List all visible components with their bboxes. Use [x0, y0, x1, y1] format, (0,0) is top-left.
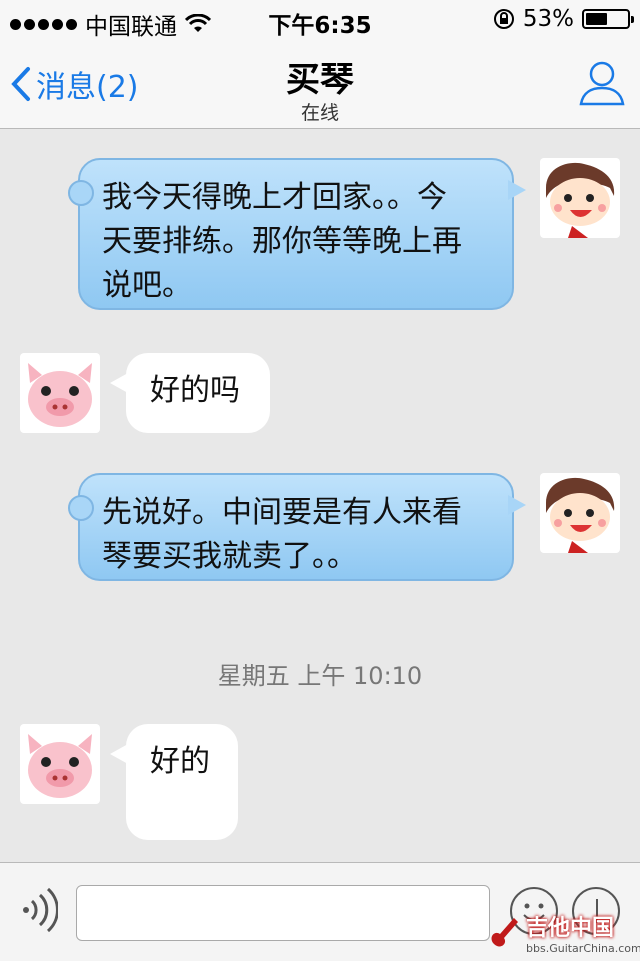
chat-area[interactable]: 我今天得晚上才回家。。今 天要排练。那你等等晚上再 说吧。 好的吗 先说好。中间…: [0, 128, 640, 862]
message-text: 琴要买我就卖了。。: [102, 539, 357, 574]
site-watermark: 吉他中国 bbs.GuitarChina.com: [488, 906, 640, 958]
watermark-title: 吉他中国: [526, 916, 615, 941]
voice-input-button[interactable]: [18, 885, 59, 939]
battery-icon: [582, 9, 634, 29]
message-bubble-outgoing[interactable]: 我今天得晚上才回家。。今 天要排练。那你等等晚上再 说吧。: [68, 158, 526, 310]
message-input[interactable]: [76, 885, 490, 941]
contact-avatar[interactable]: [20, 724, 100, 804]
message-bubble-incoming[interactable]: 好的吗: [110, 353, 270, 433]
bubble-decoration: [68, 180, 94, 206]
message-text: 好的: [150, 744, 210, 779]
message-text: 我今天得晚上才回家。。今: [102, 180, 447, 215]
bubble-decoration: [68, 495, 94, 521]
message-text: 天要排练。那你等等晚上再: [102, 224, 462, 259]
guitar-logo-icon: [491, 918, 518, 947]
message-text: 好的吗: [150, 373, 240, 408]
contact-profile-button[interactable]: [578, 58, 626, 110]
message-bubble-outgoing[interactable]: 先说好。中间要是有人来看 琴要买我就卖了。。: [68, 473, 526, 581]
contact-avatar[interactable]: [20, 353, 100, 433]
chat-status: 在线: [300, 102, 339, 124]
status-bar: 中国联通 下午6:35 53%: [0, 0, 640, 40]
message-bubble-incoming[interactable]: 好的: [110, 724, 238, 840]
message-timestamp: 星期五 上午 10:10: [217, 662, 423, 690]
watermark-url: bbs.GuitarChina.com: [526, 942, 640, 955]
voice-icon: [23, 887, 59, 933]
my-avatar[interactable]: [540, 158, 620, 238]
person-icon: [579, 61, 625, 106]
message-text: 说吧。: [102, 268, 192, 303]
chat-title: 买琴: [286, 60, 354, 100]
my-avatar[interactable]: [540, 473, 620, 553]
orientation-lock-icon: [493, 9, 514, 29]
battery-percent: 53%: [522, 6, 574, 32]
message-text: 先说好。中间要是有人来看: [102, 495, 462, 530]
nav-bar: 消息(2) 买琴 在线: [0, 40, 640, 129]
